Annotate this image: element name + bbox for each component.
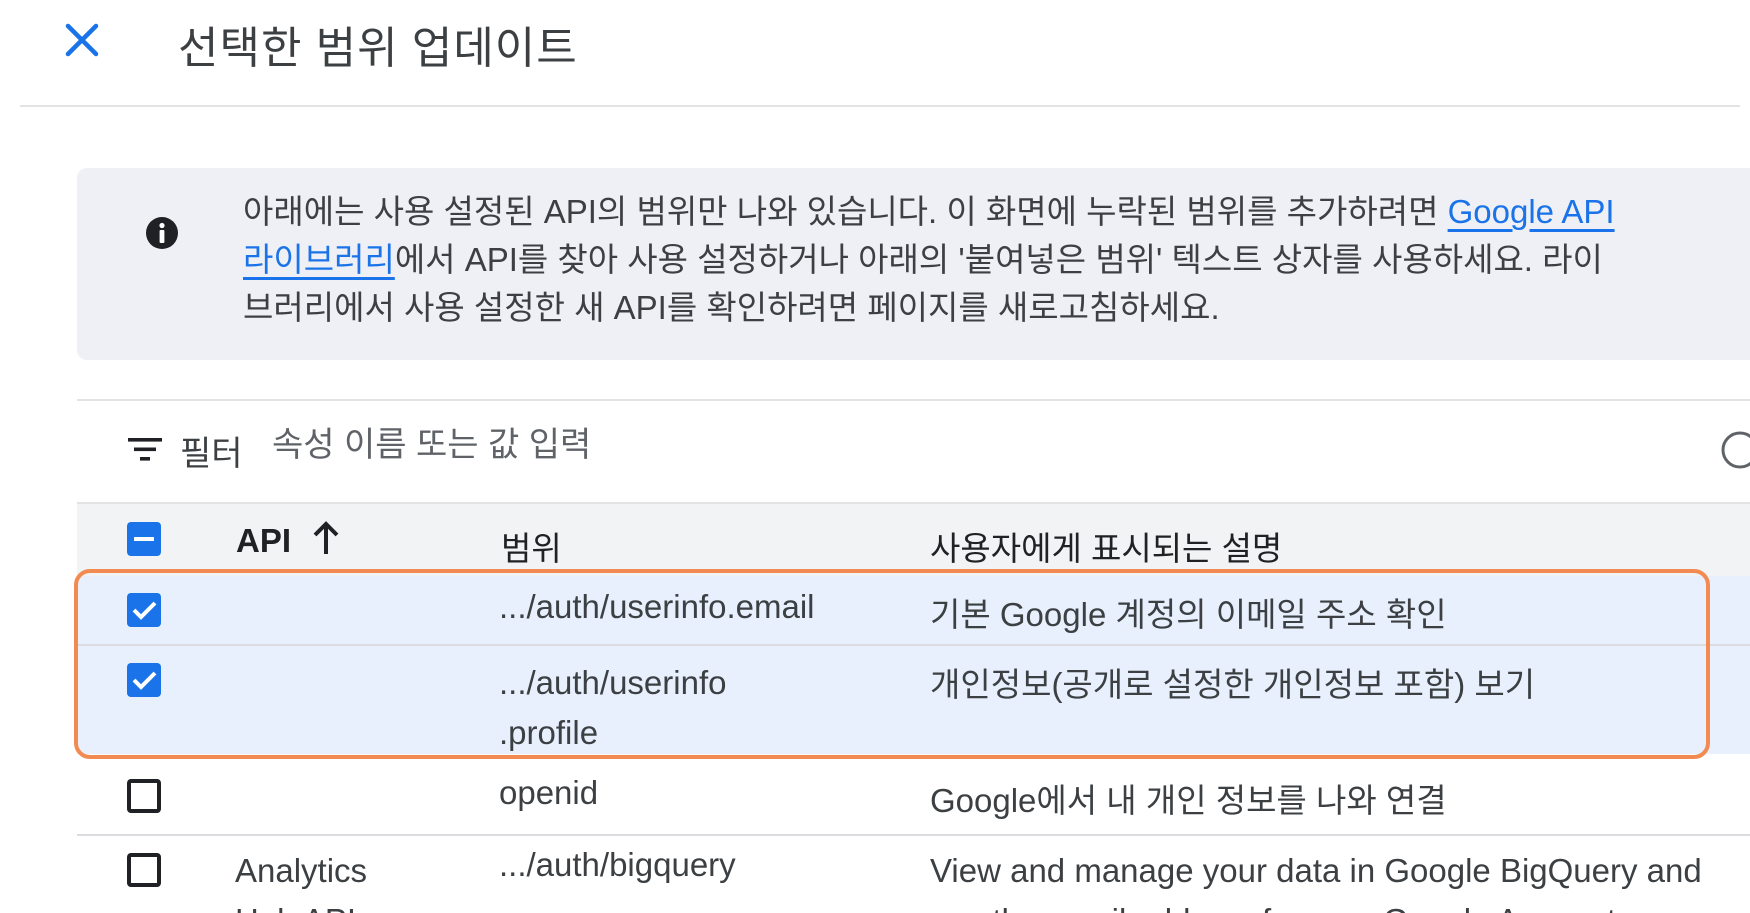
info-banner: 아래에는 사용 설정된 API의 범위만 나와 있습니다. 이 화면에 누락된 …	[77, 168, 1750, 360]
minus-icon	[134, 537, 154, 541]
scope-cell: .../auth/bigquery	[499, 846, 736, 883]
description-cell: View and manage your data in Google BigQ…	[930, 846, 1702, 913]
header-divider	[20, 105, 1740, 107]
info-icon	[146, 217, 178, 249]
description-cell: 개인정보(공개로 설정한 개인정보 포함) 보기	[930, 666, 1536, 703]
filter-input[interactable]	[272, 422, 1652, 468]
table-header: API 범위 사용자에게 표시되는 설명	[77, 502, 1750, 576]
description-cell-line1: View and manage your data in Google BigQ…	[930, 852, 1702, 889]
row-checkbox[interactable]	[127, 593, 161, 627]
table-row[interactable]: .../auth/userinfo .profile 개인정보(공개로 설정한 …	[77, 646, 1750, 754]
info-text-line1: 아래에는 사용 설정된 API의 범위만 나와 있습니다. 이 화면에 누락된 …	[243, 193, 1448, 230]
row-checkbox[interactable]	[127, 663, 161, 697]
api-cell: Analytics Hub API	[235, 846, 367, 913]
info-text-line2: 에서 API를 찾아 사용 설정하거나 아래의 '붙여넣은 범위' 텍스트 상자…	[394, 241, 1603, 278]
api-cell-line1: Analytics	[235, 852, 368, 889]
help-icon[interactable]	[1720, 430, 1750, 470]
description-cell-line2: see the email address for your Google Ac…	[930, 896, 1702, 913]
scope-cell: .../auth/userinfo .profile	[499, 658, 726, 758]
close-icon[interactable]	[62, 20, 102, 60]
scope-cell-line1: .../auth/userinfo	[499, 664, 727, 701]
google-api-library-link[interactable]: Google API	[1448, 193, 1615, 230]
api-cell-line2: Hub API	[235, 896, 367, 913]
check-icon	[132, 601, 157, 620]
table-row[interactable]: .../auth/userinfo.email 기본 Google 계정의 이메…	[77, 576, 1750, 644]
table-row[interactable]: openid Google에서 내 개인 정보를 나와 연결	[77, 762, 1750, 832]
column-header-api[interactable]: API	[236, 522, 291, 560]
library-link[interactable]: 라이브러리	[243, 241, 395, 278]
info-text: 아래에는 사용 설정된 API의 범위만 나와 있습니다. 이 화면에 누락된 …	[243, 188, 1750, 332]
arrow-up-icon[interactable]	[310, 520, 342, 558]
description-cell: Google에서 내 개인 정보를 나와 연결	[930, 782, 1447, 819]
check-icon	[132, 671, 157, 690]
description-cell: 기본 Google 계정의 이메일 주소 확인	[930, 596, 1447, 633]
select-all-checkbox[interactable]	[127, 522, 161, 556]
filter-divider	[77, 399, 1750, 401]
scope-cell: openid	[499, 774, 599, 811]
scope-cell: .../auth/userinfo.email	[499, 588, 815, 625]
row-checkbox[interactable]	[127, 779, 161, 813]
filter-label: 필터	[180, 435, 243, 473]
row-checkbox[interactable]	[127, 853, 161, 887]
table-row[interactable]: Analytics Hub API .../auth/bigquery View…	[77, 836, 1750, 913]
page-title: 선택한 범위 업데이트	[178, 24, 578, 73]
column-header-scope[interactable]: 범위	[501, 522, 562, 570]
filter-icon[interactable]	[126, 434, 164, 464]
scope-cell-line2: .profile	[499, 714, 599, 751]
column-header-description[interactable]: 사용자에게 표시되는 설명	[930, 522, 1282, 570]
info-text-line3: 브러리에서 사용 설정한 새 API를 확인하려면 페이지를 새로고침하세요.	[243, 289, 1220, 326]
